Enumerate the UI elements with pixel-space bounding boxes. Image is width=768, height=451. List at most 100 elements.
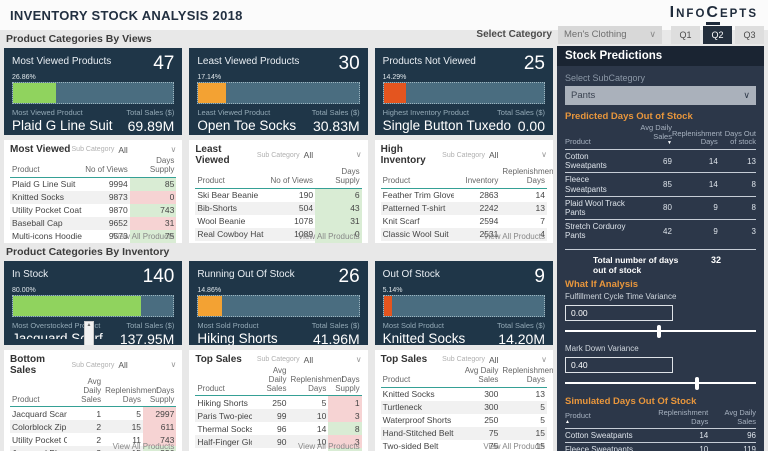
subcategory-label: Sub Category (257, 356, 300, 363)
kpi-sub-label: Most Sold Product (197, 321, 277, 330)
select-category-label: Select Category (476, 29, 552, 40)
table-row: Plaid Wool Track Pants8098 (565, 196, 756, 219)
table-cell: 14 (672, 150, 718, 173)
table-cell: 8 (718, 173, 756, 196)
table-cell: 8 (718, 196, 756, 219)
table-cell: 43 (315, 202, 362, 215)
kpi-card-in-stock: In Stock 140 80.00% Most Overstocked Pro… (4, 261, 182, 345)
kpi-total-label: Total Sales ($) (497, 108, 545, 117)
table-cell: 300 (454, 401, 501, 414)
sort-icon[interactable]: ▲ (565, 420, 657, 426)
kpi-sub-value: Plaid G Line Suit (12, 118, 109, 133)
column-header: Replenishment Days (500, 367, 547, 387)
subcategory-dropdown[interactable]: Pants ∨ (565, 86, 756, 105)
kpi-total-label: Total Sales ($) (312, 108, 360, 117)
slider-track[interactable] (565, 382, 756, 384)
view-all-products-link[interactable]: View All Products (298, 232, 360, 241)
table-cell: 2242 (454, 202, 501, 215)
slider-value-input[interactable] (565, 305, 673, 321)
table-cell: 0 (130, 191, 177, 204)
column-header: Product (195, 367, 252, 396)
chevron-down-icon: ∨ (170, 145, 176, 155)
subcategory-dropdown[interactable]: All∨ (489, 150, 547, 160)
slider-value-input[interactable] (565, 357, 673, 373)
logo-letter-underlined: C (706, 5, 720, 25)
table-cell: 8 (328, 422, 361, 435)
table-cell: 1078 (269, 215, 316, 228)
kpi-card-most-viewed-products: Most Viewed Products 47 26.86% Most View… (4, 48, 182, 135)
table-cell: Knitted Socks (10, 191, 83, 204)
kpi-title: In Stock (12, 267, 48, 280)
table-row: Hiking Shorts25051 (195, 396, 361, 410)
kpi-total-label: Total Sales ($) (497, 321, 545, 330)
total-days-value: 32 (711, 255, 721, 275)
table-title: Bottom Sales (10, 354, 72, 376)
table-cell: Cotton Sweatpants (565, 429, 657, 443)
slider-track-area[interactable] (565, 377, 756, 390)
quarter-button-q1[interactable]: Q1 (671, 26, 700, 44)
table-row: Colorblock Zip Pants215611 (10, 420, 176, 433)
table-cell: 9 (672, 196, 718, 219)
table-title: Top Sales (195, 354, 257, 365)
kpi-progress-bar (383, 82, 545, 104)
slider-handle[interactable] (695, 377, 699, 390)
chevron-down-icon: ∨ (541, 355, 547, 365)
table-cell: 80 (632, 196, 672, 219)
table-cell: Hand-Stitched Belt (381, 427, 454, 440)
subcategory-dropdown[interactable]: All∨ (118, 145, 176, 155)
subcategory-dropdown[interactable]: All∨ (118, 360, 176, 370)
kpi-title: Products Not Viewed (383, 54, 476, 67)
table-cell: Multi-icons Hoodie (10, 230, 83, 243)
table-row: Cotton Sweatpants691413 (565, 150, 756, 173)
table-cell: Two-sided Belt (381, 440, 454, 451)
column-header: Replenishment Days (657, 409, 709, 429)
table-row: Cotton Sweatpants1496 (565, 429, 756, 443)
view-all-products-link[interactable]: View All Products (483, 232, 545, 241)
table-cell: 611 (143, 420, 176, 433)
subcategory-dropdown[interactable]: All∨ (489, 355, 547, 365)
table-cell: Half-Finger Gloves (195, 435, 252, 448)
table-cell: 96 (252, 422, 289, 435)
stock-predictions-panel: Stock Predictions Select SubCategory Pan… (557, 46, 764, 451)
kpi-count: 30 (339, 54, 360, 73)
subcategory-dropdown[interactable]: All∨ (304, 355, 362, 365)
table-cell: 7 (500, 215, 547, 228)
table-cell: 10 (657, 443, 709, 451)
kpi-percent: 26.86% (12, 74, 174, 81)
kpi-percent: 17.14% (197, 74, 359, 81)
table-row: Turtleneck3005 (381, 401, 547, 414)
scroll-up-icon[interactable]: ▲ (87, 322, 92, 328)
category-dropdown[interactable]: Men's Clothing ∨ (558, 26, 662, 44)
view-all-products-link[interactable]: View All Products (113, 232, 175, 241)
sort-icon[interactable]: ▼ (632, 141, 672, 147)
page-title: INVENTORY STOCK ANALYSIS 2018 (10, 8, 243, 23)
kpi-progress-fill (384, 296, 392, 316)
kpi-count: 25 (524, 54, 545, 73)
table-cell: 5 (288, 396, 328, 410)
table-cell: Cotton Sweatpants (565, 150, 632, 173)
kpi-progress-bar (12, 295, 174, 317)
view-all-products-link[interactable]: View All Products (113, 442, 175, 451)
tables-row-inventory: Bottom Sales Sub Category All∨ ProductAv… (4, 350, 553, 451)
quarter-button-q3[interactable]: Q3 (735, 26, 764, 44)
table-cell: 2 (67, 433, 104, 446)
table-cell: Knit Scarf (381, 215, 454, 228)
column-header: No of Views (269, 168, 316, 188)
view-all-products-link[interactable]: View All Products (483, 442, 545, 451)
subcategory-dropdown[interactable]: All∨ (304, 150, 362, 160)
slider-handle[interactable] (657, 325, 661, 338)
kpi-sub-label: Least Viewed Product (197, 108, 294, 117)
table-cell: 85 (130, 177, 177, 191)
table-cell: 90 (252, 435, 289, 448)
slider-track-area[interactable] (565, 325, 756, 338)
kpi-total-label: Total Sales ($) (120, 321, 174, 330)
kpi-progress-fill (384, 83, 406, 103)
quarter-buttons: Q1Q2Q3 (668, 25, 764, 44)
table-row: Hand-Stitched Belt7515 (381, 427, 547, 440)
mini-scrollbar[interactable]: ▲▼ (84, 321, 94, 345)
column-header: Product▲ (565, 409, 657, 429)
view-all-products-link[interactable]: View All Products (298, 442, 360, 451)
quarter-button-q2[interactable]: Q2 (703, 26, 732, 44)
table-cell: 9873 (83, 191, 130, 204)
kpi-title: Running Out Of Stock (197, 267, 294, 280)
